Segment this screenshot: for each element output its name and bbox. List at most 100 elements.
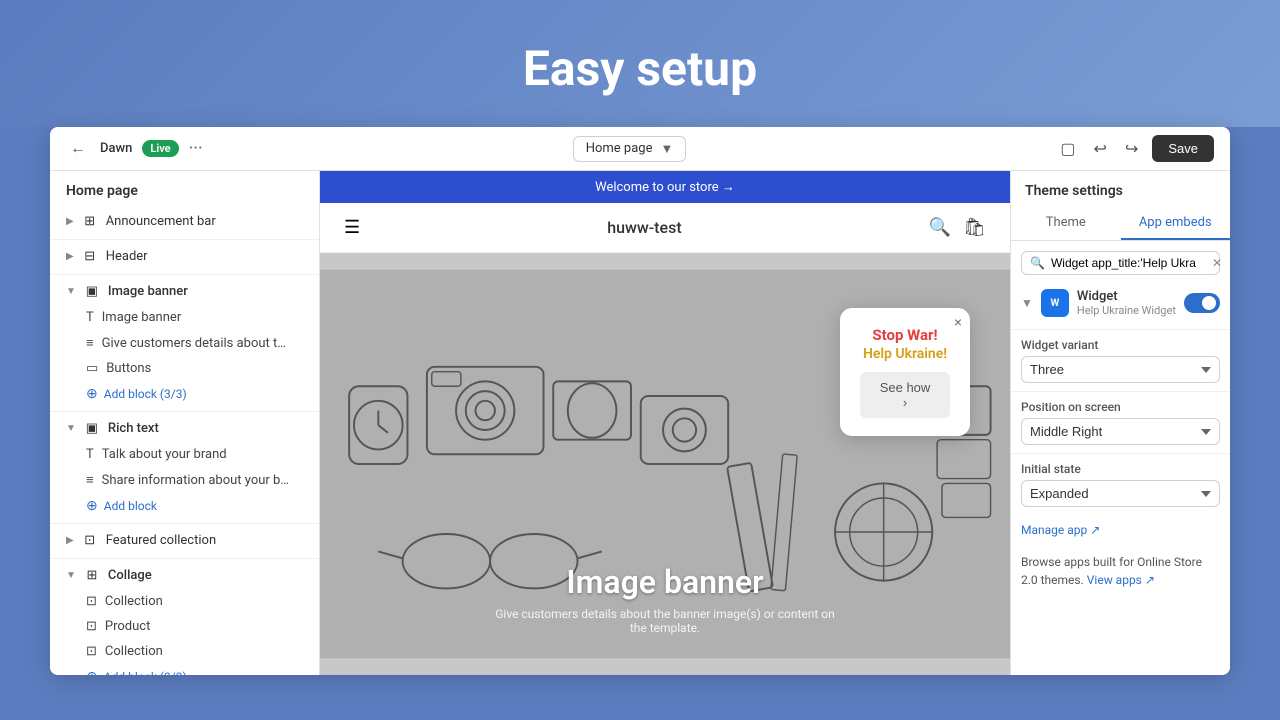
section-group-header: ▶ ⊟ Header [50, 242, 319, 275]
widget-cta-button[interactable]: See how › [860, 372, 950, 418]
subitem-label: Buttons [106, 361, 151, 376]
sidebar-item-label: Featured collection [106, 533, 216, 548]
widget-expand-arrow[interactable]: ▼ [1021, 296, 1033, 310]
section-group-image-banner: ▼ ▣ Image banner T Image banner ≡ Give c… [50, 277, 319, 412]
widget-app-icon: W [1041, 289, 1069, 317]
add-block-collage[interactable]: ⊕ Add block (3/3) [50, 664, 319, 675]
widget-description: Help Ukraine Widget [1077, 304, 1176, 317]
section-group-announcement: ▶ ⊞ Announcement bar [50, 207, 319, 240]
variant-select[interactable]: Three [1021, 356, 1220, 383]
cart-icon[interactable]: 🛍 [963, 217, 986, 238]
widget-name: Widget [1077, 289, 1176, 304]
expand-arrow-icon: ▶ [66, 251, 74, 262]
page-selector[interactable]: Home page ▼ [573, 136, 687, 162]
widget-row: ▼ W Widget Help Ukraine Widget [1021, 289, 1220, 317]
add-block-image-banner[interactable]: ⊕ Add block (3/3) [50, 381, 319, 407]
sidebar-item-collage[interactable]: ▼ ⊞ Collage [50, 561, 319, 589]
sidebar-item-label: Rich text [108, 421, 159, 436]
banner-text: Image banner Give customers details abou… [493, 563, 838, 635]
widget-close-button[interactable]: × [954, 314, 962, 330]
subitem-label: Product [105, 619, 150, 634]
sidebar-subitem-buttons[interactable]: ▭ Buttons [50, 356, 319, 381]
search-bar: 🔍 ✕ [1021, 251, 1220, 275]
plus-icon: ⊕ [86, 386, 98, 402]
sidebar-item-label: Header [106, 249, 148, 264]
list-icon: ≡ [86, 472, 94, 488]
add-block-rich-text[interactable]: ⊕ Add block [50, 493, 319, 519]
undo-button[interactable]: ↩ [1090, 135, 1111, 163]
widget-toggle[interactable] [1184, 293, 1220, 313]
page-name: Home page [586, 141, 653, 156]
widget-section: ▼ W Widget Help Ukraine Widget [1011, 281, 1230, 329]
manage-app-link[interactable]: Manage app ↗ [1011, 515, 1230, 545]
crop-icon: ⊡ [86, 594, 97, 609]
right-panel: Theme settings Theme App embeds 🔍 ✕ ▼ W … [1010, 171, 1230, 675]
sidebar-subitem-collection-1[interactable]: ⊡ Collection [50, 589, 319, 614]
position-select[interactable]: Middle Right [1021, 418, 1220, 445]
sidebar-subitem-image-banner-title[interactable]: T Image banner [50, 305, 319, 330]
save-button[interactable]: Save [1152, 135, 1214, 162]
setting-group-initial-state: Initial state Expanded [1011, 453, 1230, 515]
sidebar-subitem-image-banner-desc[interactable]: ≡ Give customers details about t… [50, 330, 319, 356]
store-nav: ☰ huww-test 🔍 🛍 [320, 203, 1010, 253]
initial-state-label: Initial state [1021, 462, 1220, 476]
toggle-slider [1184, 293, 1220, 313]
store-logo: huww-test [607, 218, 681, 237]
announcement-bar-icon: ⊞ [82, 213, 98, 229]
sidebar-subitem-talk-brand[interactable]: T Talk about your brand [50, 442, 319, 467]
add-block-label: Add block [104, 499, 157, 513]
panel-tabs: Theme App embeds [1011, 207, 1230, 241]
subitem-label: Talk about your brand [102, 447, 227, 462]
banner-title: Image banner [493, 563, 838, 601]
topbar-left: ← Dawn Live ··· [66, 136, 203, 162]
hamburger-icon[interactable]: ☰ [344, 217, 360, 238]
search-icon[interactable]: 🔍 [929, 217, 951, 238]
sidebar-item-announcement-bar[interactable]: ▶ ⊞ Announcement bar [50, 207, 319, 235]
rich-text-icon: ▣ [84, 420, 100, 436]
sidebar-item-rich-text[interactable]: ▼ ▣ Rich text [50, 414, 319, 442]
widget-stop-war: Stop War! [860, 326, 950, 344]
plus-icon: ⊕ [86, 498, 98, 514]
preview-area: Welcome to our store → ☰ huww-test 🔍 🛍 [320, 171, 1010, 675]
sidebar-subitem-collection-2[interactable]: ⊡ Collection [50, 639, 319, 664]
sidebar-item-image-banner[interactable]: ▼ ▣ Image banner [50, 277, 319, 305]
back-button[interactable]: ← [66, 136, 90, 162]
sidebar-item-label: Image banner [108, 284, 188, 299]
live-badge: Live [142, 140, 178, 157]
position-label: Position on screen [1021, 400, 1220, 414]
add-block-label: Add block (3/3) [104, 387, 187, 401]
plus-icon: ⊕ [86, 669, 98, 675]
widget-info: Widget Help Ukraine Widget [1077, 289, 1176, 317]
view-apps-link[interactable]: View apps ↗ [1087, 573, 1155, 587]
desktop-view-button[interactable]: ▢ [1056, 135, 1079, 163]
search-input[interactable] [1051, 256, 1206, 270]
expand-arrow-icon: ▼ [66, 423, 76, 434]
sidebar-subitem-product[interactable]: ⊡ Product [50, 614, 319, 639]
banner-subtitle: Give customers details about the banner … [493, 607, 838, 635]
announcement-bar-preview: Welcome to our store → [320, 171, 1010, 203]
banner-area: Image banner Give customers details abou… [320, 253, 1010, 675]
topbar-center: Home page ▼ [203, 136, 1057, 162]
tab-theme[interactable]: Theme [1011, 207, 1121, 240]
subitem-label: Collection [105, 594, 163, 609]
subitem-label: Image banner [102, 310, 181, 325]
sidebar-item-header[interactable]: ▶ ⊟ Header [50, 242, 319, 270]
left-sidebar: Home page ▶ ⊞ Announcement bar ▶ ⊟ Heade… [50, 171, 320, 675]
theme-name: Dawn [100, 141, 132, 156]
text-icon: T [86, 447, 94, 462]
expand-arrow-icon: ▼ [66, 570, 76, 581]
sidebar-subitem-share-info[interactable]: ≡ Share information about your b… [50, 467, 319, 493]
tab-app-embeds[interactable]: App embeds [1121, 207, 1231, 240]
redo-button[interactable]: ↪ [1121, 135, 1142, 163]
collage-icon: ⊞ [84, 567, 100, 583]
browse-text: Browse apps built for Online Store 2.0 t… [1011, 545, 1230, 597]
header-icon: ⊟ [82, 248, 98, 264]
search-clear-button[interactable]: ✕ [1212, 256, 1222, 270]
setting-group-variant: Widget variant Three [1011, 329, 1230, 391]
sidebar-item-featured-collection[interactable]: ▶ ⊡ Featured collection [50, 526, 319, 554]
crop-icon: ⊡ [86, 619, 97, 634]
initial-state-select[interactable]: Expanded [1021, 480, 1220, 507]
expand-arrow-icon: ▶ [66, 216, 74, 227]
more-options-button[interactable]: ··· [189, 138, 203, 159]
section-group-featured-collection: ▶ ⊡ Featured collection [50, 526, 319, 559]
